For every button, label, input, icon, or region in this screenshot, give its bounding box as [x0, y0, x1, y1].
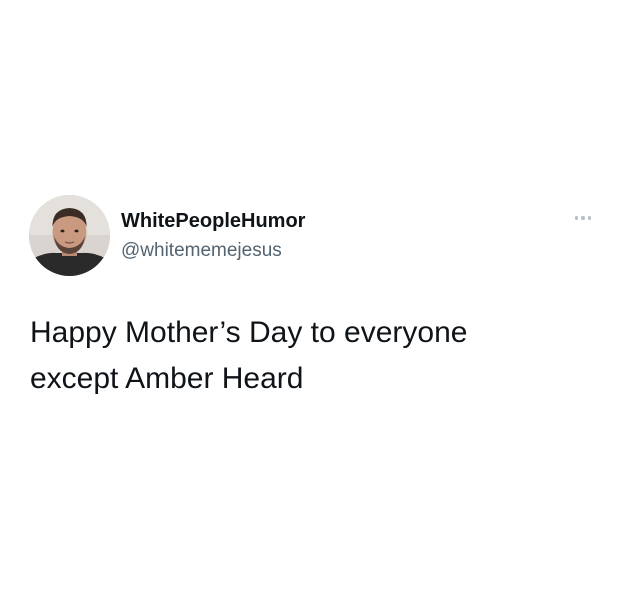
more-options-button[interactable] — [567, 208, 599, 228]
profile-photo-icon — [29, 195, 110, 276]
more-horizontal-icon-dot-3 — [587, 216, 592, 220]
more-horizontal-icon-dot-2 — [581, 216, 585, 220]
more-horizontal-icon — [574, 216, 579, 220]
tweet-text: Happy Mother’s Day to everyone except Am… — [30, 316, 468, 395]
author-handle[interactable]: @whitememejesus — [121, 239, 282, 263]
author-avatar[interactable] — [29, 195, 110, 276]
tweet-card: WhitePeopleHumor @whitememejesus Happy M… — [0, 0, 627, 600]
author-display-name[interactable]: WhitePeopleHumor — [121, 209, 305, 233]
